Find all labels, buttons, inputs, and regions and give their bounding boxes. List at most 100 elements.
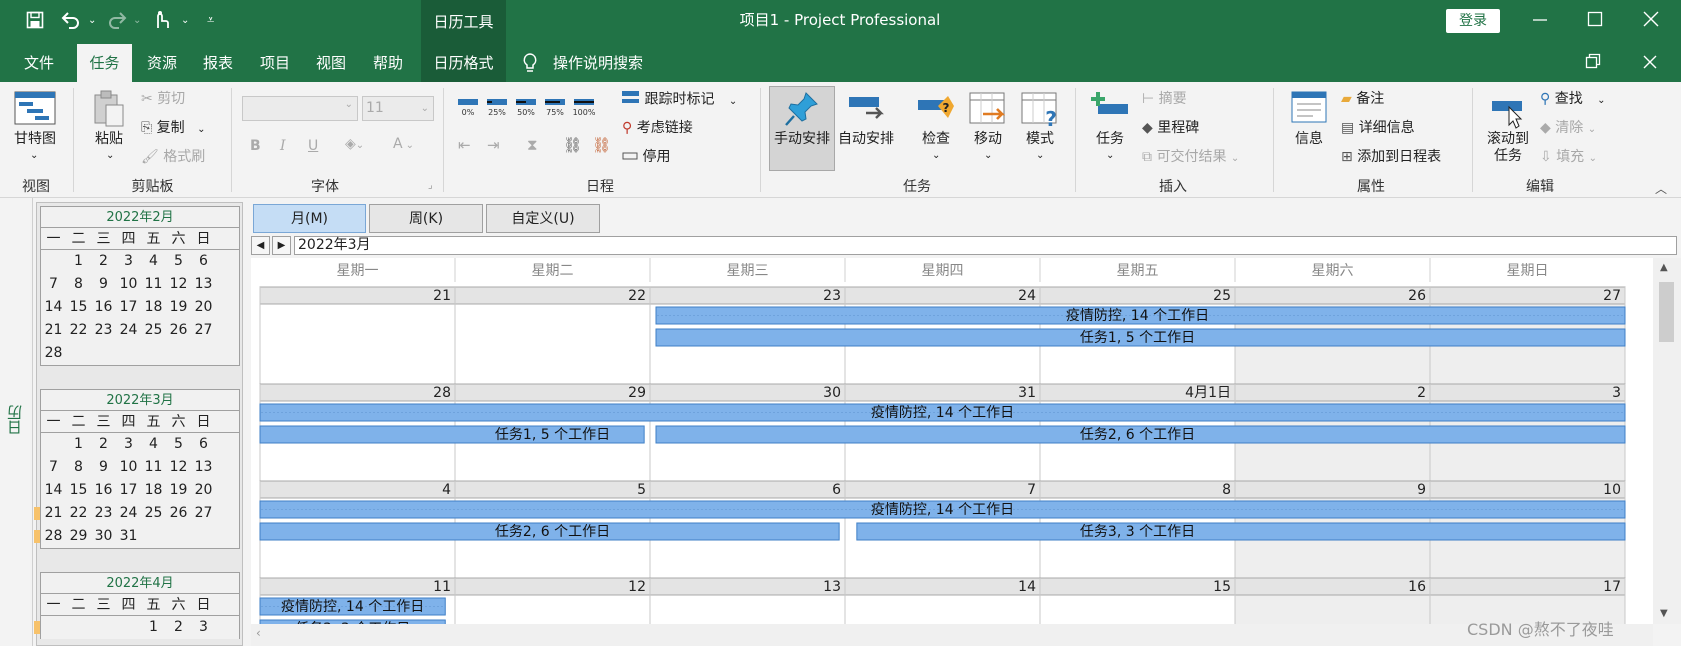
mini-calendar-day[interactable]: 1	[141, 616, 166, 639]
mini-calendar-day[interactable]: 10	[116, 456, 141, 479]
close-document-icon[interactable]	[1643, 54, 1657, 74]
mini-calendar-day[interactable]: 9	[91, 456, 116, 479]
tab-file[interactable]: 文件	[15, 44, 63, 82]
mini-calendar-day[interactable]: 2	[166, 616, 191, 639]
tab-task[interactable]: 任务	[77, 44, 132, 82]
insert-task-button[interactable]: 任务	[1085, 131, 1135, 148]
maximize-icon[interactable]	[1587, 11, 1603, 32]
scroll-down-icon[interactable]: ▼	[1660, 608, 1668, 619]
mini-calendar-day[interactable]: 7	[41, 273, 66, 296]
tab-help[interactable]: 帮助	[364, 44, 412, 82]
paste-dropdown-icon[interactable]: ⌄	[106, 150, 114, 161]
copy-button[interactable]: ⎘ 复制 ⌄	[141, 119, 206, 139]
vertical-scroll-thumb[interactable]	[1659, 282, 1674, 342]
customize-toolbar-icon[interactable]: ⩡	[207, 11, 214, 31]
mini-calendar-day[interactable]: 20	[191, 479, 216, 502]
restore-ribbon-icon[interactable]	[1585, 53, 1601, 74]
mini-calendar-day[interactable]: 24	[116, 502, 141, 525]
mode-dropdown-icon[interactable]: ⌄	[1036, 150, 1044, 161]
mini-calendar-day[interactable]: 1	[66, 433, 91, 456]
move-button[interactable]: 移动	[963, 131, 1013, 148]
mini-calendar-day[interactable]: 16	[91, 479, 116, 502]
mini-calendar-day[interactable]: 14	[41, 296, 66, 319]
mini-calendar-day[interactable]: 15	[66, 296, 91, 319]
mini-calendar-day[interactable]: 16	[91, 296, 116, 319]
month-calendar[interactable]: 星期一 星期二 星期三 星期四 星期五 星期六 星期日 21 22 23 24 25 26 27 疫情防控,…	[251, 258, 1662, 624]
mini-calendar-day[interactable]: 8	[66, 273, 91, 296]
mini-calendar-day[interactable]: 22	[66, 502, 91, 525]
milestone-button[interactable]: ◆ 里程碑	[1142, 119, 1199, 137]
paste-button[interactable]: 粘贴	[83, 131, 135, 148]
inspect-dropdown-icon[interactable]: ⌄	[932, 150, 940, 161]
find-dropdown-icon[interactable]: ⌄	[1597, 95, 1605, 106]
mode-button[interactable]: 模式	[1015, 131, 1065, 148]
mini-calendar-day[interactable]: 21	[41, 319, 66, 342]
mini-calendar-day[interactable]: 3	[191, 616, 216, 639]
tab-calendar-format[interactable]: 日历格式	[421, 44, 506, 82]
auto-schedule-button[interactable]: 自动安排	[835, 131, 897, 148]
pct-complete-25-icon[interactable]: 25%	[486, 97, 508, 121]
mini-calendar-day[interactable]: 17	[116, 296, 141, 319]
insert-task-dropdown-icon[interactable]: ⌄	[1106, 150, 1114, 161]
mini-calendar-day[interactable]: 4	[141, 433, 166, 456]
mini-calendar-day[interactable]: 18	[141, 296, 166, 319]
pct-complete-75-icon[interactable]: 75%	[544, 97, 566, 121]
mini-calendar-day[interactable]: 23	[91, 502, 116, 525]
add-to-timeline-button[interactable]: ⊞ 添加到日程表	[1341, 148, 1441, 166]
mini-calendar-day[interactable]: 4	[141, 250, 166, 273]
mini-calendar-day[interactable]: 29	[66, 525, 91, 548]
mini-calendar-day[interactable]: 19	[166, 479, 191, 502]
tab-resource[interactable]: 资源	[138, 44, 186, 82]
mini-calendar-day[interactable]: 2	[91, 433, 116, 456]
font-dialog-launcher-icon[interactable]: ⌟	[428, 180, 433, 191]
pct-complete-0-icon[interactable]: 0%	[457, 97, 479, 121]
copy-dropdown-icon[interactable]: ⌄	[197, 124, 205, 135]
tab-view[interactable]: 视图	[307, 44, 355, 82]
scroll-up-icon[interactable]: ▲	[1660, 262, 1668, 273]
information-button[interactable]: 信息	[1284, 131, 1334, 148]
minimize-icon[interactable]	[1533, 10, 1547, 35]
prev-month-button[interactable]: ◀	[251, 236, 270, 255]
save-icon[interactable]	[26, 11, 44, 34]
mini-calendar-day[interactable]: 1	[66, 250, 91, 273]
mini-calendar-day[interactable]: 3	[116, 250, 141, 273]
mini-calendar-day[interactable]: 5	[166, 433, 191, 456]
mini-calendar-day[interactable]: 31	[116, 525, 141, 548]
mark-on-track-dropdown-icon[interactable]: ⌄	[729, 96, 737, 107]
login-button[interactable]: 登录	[1446, 9, 1500, 33]
mini-calendar-day[interactable]: 12	[166, 456, 191, 479]
mark-on-track-button[interactable]: 跟踪时标记 ⌄	[622, 90, 737, 111]
mini-calendar-day[interactable]: 3	[116, 433, 141, 456]
mini-calendar-day[interactable]: 2	[91, 250, 116, 273]
mini-calendar-day[interactable]: 26	[166, 502, 191, 525]
tab-week-view[interactable]: 周(K)	[369, 204, 483, 233]
find-button[interactable]: ⚲ 查找 ⌄	[1540, 90, 1606, 110]
mini-calendar-day[interactable]: 15	[66, 479, 91, 502]
mini-calendar-day[interactable]: 26	[166, 319, 191, 342]
pct-complete-100-icon[interactable]: 100%	[573, 97, 596, 121]
horizontal-scrollbar[interactable]	[251, 624, 1653, 646]
tab-project[interactable]: 项目	[251, 44, 299, 82]
inactivate-button[interactable]: 停用	[622, 148, 670, 166]
mini-calendar-day[interactable]: 23	[91, 319, 116, 342]
move-dropdown-icon[interactable]: ⌄	[984, 150, 992, 161]
mini-calendar-day[interactable]: 11	[141, 273, 166, 296]
notes-button[interactable]: ▰ 备注	[1341, 90, 1384, 108]
mini-calendar-day[interactable]: 14	[41, 479, 66, 502]
touch-mode-icon[interactable]	[152, 10, 170, 35]
mini-calendar-day[interactable]: 13	[191, 456, 216, 479]
undo-dropdown-icon[interactable]: ⌄	[88, 11, 96, 31]
tab-report[interactable]: 报表	[194, 44, 242, 82]
mini-calendar-day[interactable]: 20	[191, 296, 216, 319]
next-month-button[interactable]: ▶	[272, 236, 291, 255]
mini-calendar-day[interactable]: 24	[116, 319, 141, 342]
tab-custom-view[interactable]: 自定义(U)	[486, 204, 600, 233]
close-icon[interactable]	[1643, 11, 1659, 32]
mini-calendar-day[interactable]: 28	[34, 525, 66, 548]
tell-me-search[interactable]: 操作说明搜索	[553, 44, 658, 82]
mini-calendar-day[interactable]: 27	[191, 502, 216, 525]
collapse-ribbon-icon[interactable]: ︿	[1655, 180, 1667, 197]
tab-month-view[interactable]: 月(M)	[253, 204, 366, 233]
mini-calendar-day[interactable]: 19	[166, 296, 191, 319]
mini-calendar-day[interactable]: 25	[141, 502, 166, 525]
